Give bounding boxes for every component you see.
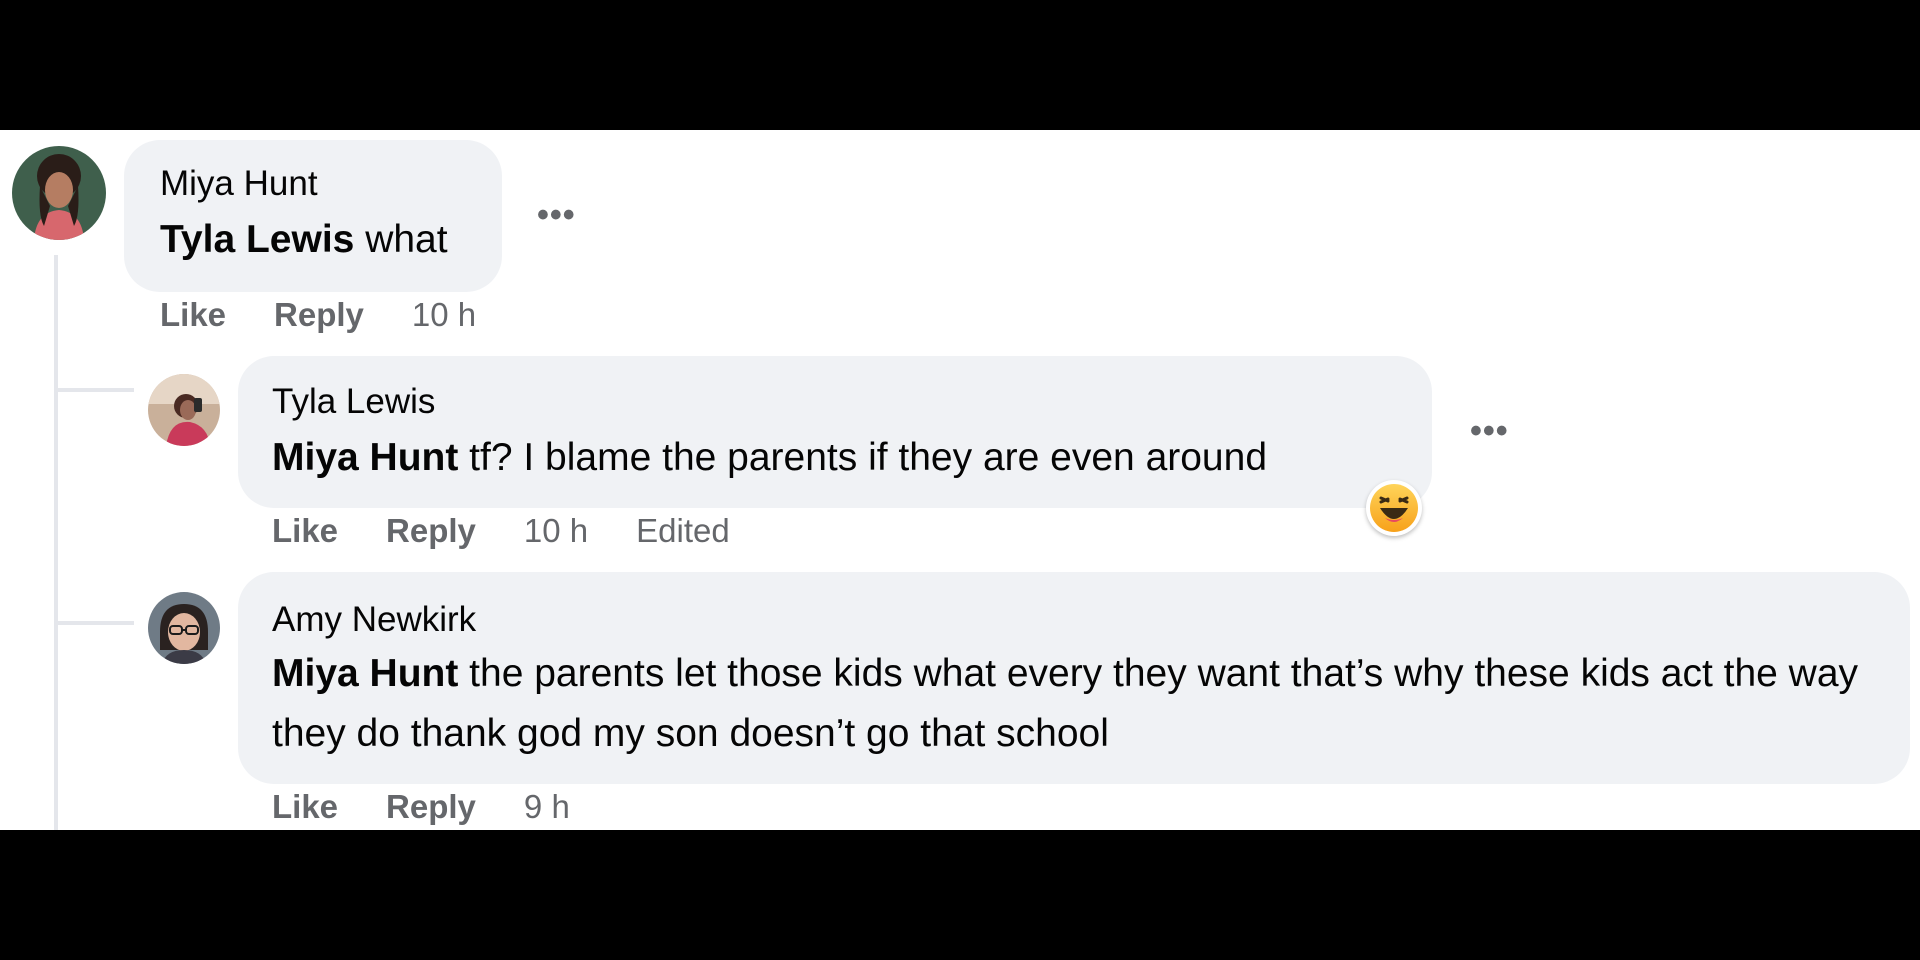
like-button[interactable]: Like — [160, 296, 226, 334]
comment-body-3: the parents let those kids what every th… — [272, 652, 1859, 755]
thread-line-branch-1 — [54, 388, 134, 392]
comment-timestamp[interactable]: 10 h — [524, 512, 588, 550]
letterbox-top — [0, 0, 1920, 130]
edited-label: Edited — [636, 512, 730, 549]
haha-reaction-graphic — [1370, 484, 1418, 532]
comment-actions-3: Like Reply 9 h — [272, 788, 570, 826]
avatar-image — [12, 146, 106, 240]
comment-actions-2: Like Reply 10 h Edited — [272, 512, 730, 550]
avatar-image — [148, 374, 220, 446]
comment-mention-2[interactable]: Miya Hunt — [272, 436, 458, 479]
comment-text-1: Tyla Lewis what — [160, 210, 490, 270]
comment-mention-1[interactable]: Tyla Lewis — [160, 218, 354, 261]
comment-text-3: Miya Hunt the parents let those kids wha… — [272, 644, 1882, 764]
comment-body-1: what — [354, 218, 448, 261]
like-button[interactable]: Like — [272, 512, 338, 550]
comment-thread: Miya Hunt Tyla Lewis what ••• Like Reply… — [0, 130, 1920, 830]
comment-text-2: Miya Hunt tf? I blame the parents if the… — [272, 428, 1422, 488]
reply-button[interactable]: Reply — [274, 296, 364, 334]
comment-author-3[interactable]: Amy Newkirk — [272, 600, 476, 640]
reply-button[interactable]: Reply — [386, 512, 476, 550]
comment-timestamp[interactable]: 10 h — [412, 296, 476, 334]
comment-body-2: tf? I blame the parents if they are even… — [458, 436, 1268, 479]
avatar-tyla-lewis[interactable] — [148, 374, 220, 446]
comment-author-2[interactable]: Tyla Lewis — [272, 382, 435, 422]
comment-timestamp[interactable]: 9 h — [524, 788, 570, 826]
haha-emoji-icon[interactable] — [1366, 480, 1422, 536]
thread-line-branch-2 — [54, 621, 134, 625]
reply-button[interactable]: Reply — [386, 788, 476, 826]
avatar-miya-hunt[interactable] — [12, 146, 106, 240]
comment-mention-3[interactable]: Miya Hunt — [272, 652, 458, 695]
avatar-amy-newkirk[interactable] — [148, 592, 220, 664]
avatar-image — [148, 592, 220, 664]
like-button[interactable]: Like — [272, 788, 338, 826]
comment-actions-1: Like Reply 10 h — [160, 296, 476, 334]
thread-line-vertical — [54, 255, 58, 830]
more-options-icon[interactable]: ••• — [1470, 412, 1509, 451]
comment-author-1[interactable]: Miya Hunt — [160, 164, 318, 204]
letterbox-bottom — [0, 830, 1920, 960]
more-options-icon[interactable]: ••• — [537, 196, 576, 235]
